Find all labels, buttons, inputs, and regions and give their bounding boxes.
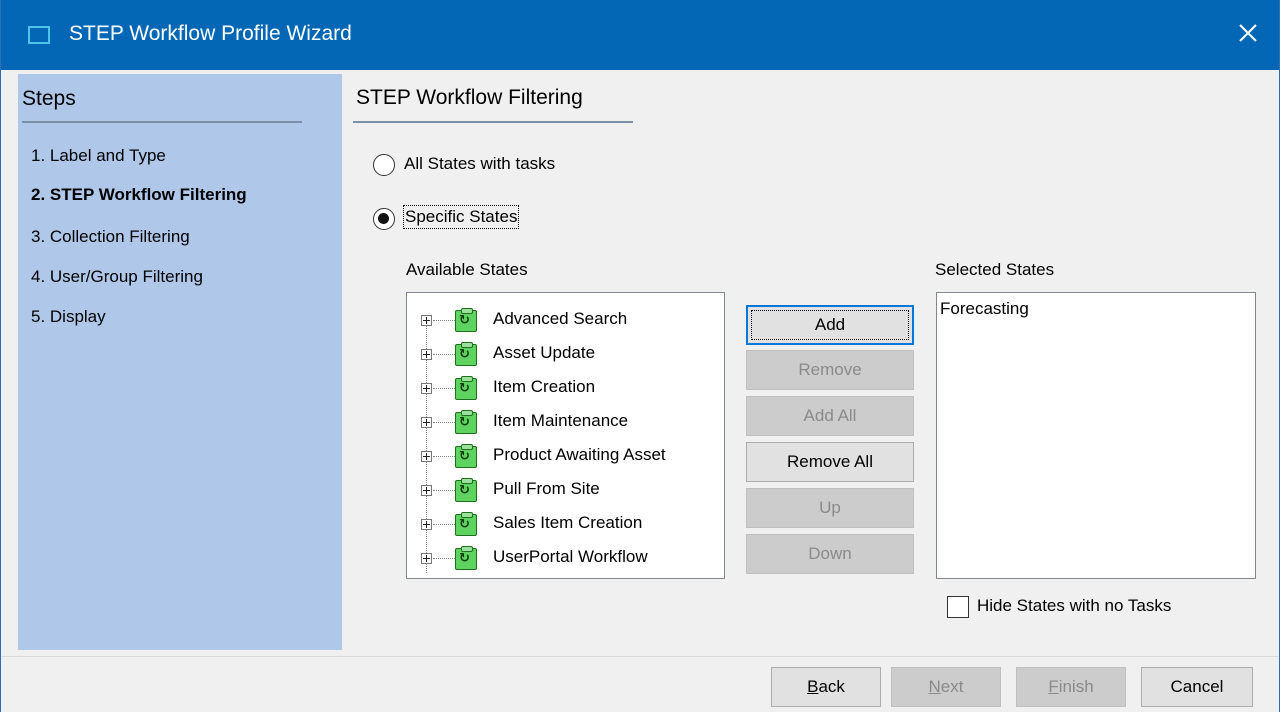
selected-states-label: Selected States [935,260,1055,279]
tree-connector [433,422,455,423]
expand-icon[interactable] [421,485,432,496]
tree-connector [433,388,455,389]
radio-selected-dot [378,213,389,224]
focus-indicator [751,310,909,340]
add-all-button[interactable]: Add All [746,396,914,436]
workflow-icon: ↻ [455,376,477,400]
tree-item[interactable]: ↻ Product Awaiting Asset [407,442,723,472]
expand-icon[interactable] [421,315,432,326]
finish-label: inish [1058,677,1094,696]
tree-item-label[interactable]: Item Maintenance [493,411,628,431]
tree-item-label[interactable]: UserPortal Workflow [493,547,648,567]
step-workflow-filtering: 2. STEP Workflow Filtering [31,185,247,204]
expand-icon[interactable] [421,519,432,530]
title-bar: STEP Workflow Profile Wizard [1,0,1279,70]
tree-item-label[interactable]: Asset Update [493,343,595,363]
workflow-icon: ↻ [455,546,477,570]
expand-icon[interactable] [421,417,432,428]
next-button[interactable]: Next [891,667,1001,707]
step-label-and-type: 1. Label and Type [31,146,166,165]
step-user-group-filtering: 4. User/Group Filtering [31,267,203,286]
next-mnemonic: N [928,677,941,696]
page-title-divider [353,121,633,123]
back-button[interactable]: Back [771,667,881,707]
steps-sidebar: Steps 1. Label and Type 2. STEP Workflow… [18,74,342,650]
next-label: ext [940,677,964,696]
tree-item-label[interactable]: Item Creation [493,377,595,397]
tree-item-label[interactable]: Product Awaiting Asset [493,445,666,465]
tree-item[interactable]: ↻ UserPortal Workflow [407,544,723,574]
hide-states-label[interactable]: Hide States with no Tasks [977,596,1171,616]
tree-item[interactable]: ↻ Item Creation [407,374,723,404]
tree-connector [433,320,455,321]
specific-states-radio[interactable] [373,208,395,230]
app-window-icon [28,26,50,44]
steps-title: Steps [22,87,76,110]
all-states-radio[interactable] [373,154,395,176]
remove-button[interactable]: Remove [746,350,914,390]
window-title: STEP Workflow Profile Wizard [69,22,352,45]
workflow-icon: ↻ [455,444,477,468]
close-icon [1239,24,1257,42]
back-mnemonic: B [807,677,819,696]
expand-icon[interactable] [421,451,432,462]
expand-icon[interactable] [421,553,432,564]
steps-divider [22,121,302,123]
step-display: 5. Display [31,307,106,326]
tree-item[interactable]: ↻ Item Maintenance [407,408,723,438]
available-states-tree[interactable]: ↻ Advanced Search ↻ Asset Update ↻ Item … [406,292,725,579]
tree-item-label[interactable]: Sales Item Creation [493,513,642,533]
workflow-icon: ↻ [455,410,477,434]
hide-states-checkbox[interactable] [947,596,969,618]
tree-connector [433,354,455,355]
list-item[interactable]: Forecasting [940,299,1029,319]
down-button[interactable]: Down [746,534,914,574]
step-collection-filtering: 3. Collection Filtering [31,227,190,246]
workflow-icon: ↻ [455,478,477,502]
tree-connector [433,524,455,525]
wizard-window: STEP Workflow Profile Wizard Steps 1. La… [0,0,1280,712]
cancel-button[interactable]: Cancel [1141,667,1253,707]
footer-divider [1,656,1279,657]
tree-connector [433,456,455,457]
tree-item[interactable]: ↻ Pull From Site [407,476,723,506]
tree-connector [433,558,455,559]
all-states-label[interactable]: All States with tasks [404,154,555,174]
specific-states-label[interactable]: Specific States [402,205,520,229]
add-button[interactable]: Add [746,305,914,345]
expand-icon[interactable] [421,349,432,360]
tree-connector [433,490,455,491]
tree-item[interactable]: ↻ Asset Update [407,340,723,370]
tree-item-label[interactable]: Pull From Site [493,479,600,499]
tree-item[interactable]: ↻ Sales Item Creation [407,510,723,540]
workflow-icon: ↻ [455,342,477,366]
tree-item-label[interactable]: Advanced Search [493,309,627,329]
page-title: STEP Workflow Filtering [356,86,583,109]
remove-all-button[interactable]: Remove All [746,442,914,482]
up-button[interactable]: Up [746,488,914,528]
tree-item[interactable]: ↻ Advanced Search [407,306,723,336]
workflow-icon: ↻ [455,512,477,536]
workflow-icon: ↻ [455,308,477,332]
selected-states-list[interactable]: Forecasting [936,292,1256,579]
finish-mnemonic: F [1048,677,1059,696]
finish-button[interactable]: Finish [1016,667,1126,707]
available-states-label: Available States [406,260,528,279]
expand-icon[interactable] [421,383,432,394]
back-label: ack [818,677,845,696]
close-button[interactable] [1227,12,1271,56]
